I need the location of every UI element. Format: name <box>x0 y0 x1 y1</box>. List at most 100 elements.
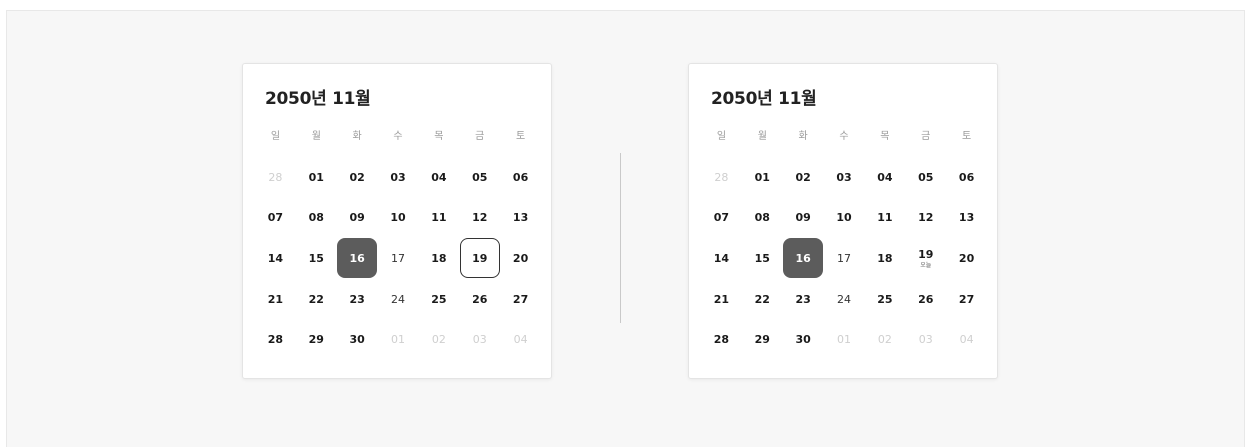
day-cell[interactable]: 27 <box>500 279 541 320</box>
day-cell[interactable]: 08 <box>742 198 783 239</box>
day-cell[interactable]: 25 <box>418 279 459 320</box>
day-cell[interactable]: 03 <box>378 157 419 198</box>
day-cell-other-month[interactable]: 01 <box>824 319 865 360</box>
day-cell[interactable]: 12 <box>459 198 500 239</box>
day-number: 22 <box>754 292 770 306</box>
day-cell[interactable]: 27 <box>946 279 987 320</box>
day-cell[interactable]: 28 <box>701 319 742 360</box>
day-cell[interactable]: 22 <box>742 279 783 320</box>
day-cell[interactable]: 13 <box>946 198 987 239</box>
day-cell-today[interactable]: 19 <box>459 238 500 279</box>
day-cell[interactable]: 17 <box>378 238 419 279</box>
day-cell[interactable]: 01 <box>296 157 337 198</box>
day-cell-box: 10 <box>824 198 864 238</box>
day-number: 30 <box>349 333 365 347</box>
day-cell-selected[interactable]: 16 <box>337 238 378 279</box>
day-cell-other-month[interactable]: 02 <box>864 319 905 360</box>
day-cell[interactable]: 26 <box>459 279 500 320</box>
day-number: 08 <box>754 211 770 225</box>
day-cell-box: 25 <box>865 279 905 319</box>
day-cell-box: 18 <box>865 238 905 278</box>
day-cell-other-month[interactable]: 28 <box>701 157 742 198</box>
weekday-label: 금 <box>475 131 485 142</box>
day-cell[interactable]: 21 <box>255 279 296 320</box>
day-cell[interactable]: 11 <box>864 198 905 239</box>
day-cell[interactable]: 05 <box>459 157 500 198</box>
day-cell[interactable]: 12 <box>905 198 946 239</box>
day-number: 01 <box>391 333 405 347</box>
day-cell-box: 30 <box>783 320 823 360</box>
day-cell[interactable]: 30 <box>337 319 378 360</box>
day-cell[interactable]: 07 <box>255 198 296 239</box>
day-cell-other-month[interactable]: 03 <box>905 319 946 360</box>
day-number: 21 <box>713 292 730 306</box>
day-cell-other-month[interactable]: 04 <box>946 319 987 360</box>
day-cell-other-month[interactable]: 04 <box>500 319 541 360</box>
day-cell[interactable]: 08 <box>296 198 337 239</box>
day-cell[interactable]: 13 <box>500 198 541 239</box>
day-cell[interactable]: 10 <box>378 198 419 239</box>
day-cell[interactable]: 21 <box>701 279 742 320</box>
day-number: 11 <box>431 211 447 225</box>
day-cell[interactable]: 04 <box>864 157 905 198</box>
day-cell[interactable]: 07 <box>701 198 742 239</box>
day-cell[interactable]: 11 <box>418 198 459 239</box>
day-cell-other-month[interactable]: 03 <box>459 319 500 360</box>
day-cell-box: 26 <box>906 279 946 319</box>
day-cell-box: 06 <box>947 157 987 197</box>
day-cell[interactable]: 30 <box>783 319 824 360</box>
day-number: 02 <box>795 170 811 184</box>
day-cell[interactable]: 14 <box>701 238 742 279</box>
day-cell[interactable]: 26 <box>905 279 946 320</box>
day-cell[interactable]: 01 <box>742 157 783 198</box>
day-cell[interactable]: 23 <box>337 279 378 320</box>
day-cell-selected[interactable]: 16 <box>783 238 824 279</box>
day-cell[interactable]: 15 <box>742 238 783 279</box>
day-number: 03 <box>918 333 933 347</box>
day-number: 20 <box>512 251 529 265</box>
day-cell[interactable]: 23 <box>783 279 824 320</box>
day-cell[interactable]: 24 <box>378 279 419 320</box>
day-number: 18 <box>877 251 893 265</box>
day-cell[interactable]: 03 <box>824 157 865 198</box>
day-cell[interactable]: 25 <box>864 279 905 320</box>
day-number: 29 <box>754 333 770 347</box>
day-cell[interactable]: 04 <box>418 157 459 198</box>
day-cell[interactable]: 09 <box>337 198 378 239</box>
day-number: 19 <box>918 247 934 261</box>
day-cell[interactable]: 24 <box>824 279 865 320</box>
day-number: 12 <box>472 211 488 225</box>
day-cell[interactable]: 17 <box>824 238 865 279</box>
weekday-label: 수 <box>393 131 403 142</box>
day-number: 04 <box>959 333 974 347</box>
day-cell[interactable]: 15 <box>296 238 337 279</box>
day-cell[interactable]: 28 <box>255 319 296 360</box>
day-cell[interactable]: 10 <box>824 198 865 239</box>
day-cell[interactable]: 22 <box>296 279 337 320</box>
day-number: 02 <box>431 333 446 347</box>
day-cell-today[interactable]: 19 오늘 <box>905 239 946 279</box>
day-cell[interactable]: 06 <box>500 157 541 198</box>
day-cell[interactable]: 29 <box>296 319 337 360</box>
day-cell-box: 12 <box>906 198 946 238</box>
day-cell[interactable]: 18 <box>864 238 905 279</box>
day-cell-other-month[interactable]: 01 <box>378 319 419 360</box>
day-cell[interactable]: 02 <box>783 157 824 198</box>
day-cell[interactable]: 06 <box>946 157 987 198</box>
day-cell[interactable]: 29 <box>742 319 783 360</box>
day-cell[interactable]: 20 <box>500 238 541 279</box>
day-cell-box: 09 <box>783 198 823 238</box>
day-cell[interactable]: 14 <box>255 238 296 279</box>
day-cell[interactable]: 20 <box>946 238 987 279</box>
day-cell-box: 19 <box>459 238 500 279</box>
day-cell[interactable]: 18 <box>418 238 459 279</box>
day-cell[interactable]: 02 <box>337 157 378 198</box>
day-cell[interactable]: 05 <box>905 157 946 198</box>
day-cell[interactable]: 09 <box>783 198 824 239</box>
day-cell-box: 03 <box>906 320 946 360</box>
day-cell-other-month[interactable]: 28 <box>255 157 296 198</box>
day-number: 24 <box>837 292 851 306</box>
day-number: 15 <box>308 251 324 265</box>
day-number: 06 <box>958 170 975 184</box>
day-cell-other-month[interactable]: 02 <box>418 319 459 360</box>
